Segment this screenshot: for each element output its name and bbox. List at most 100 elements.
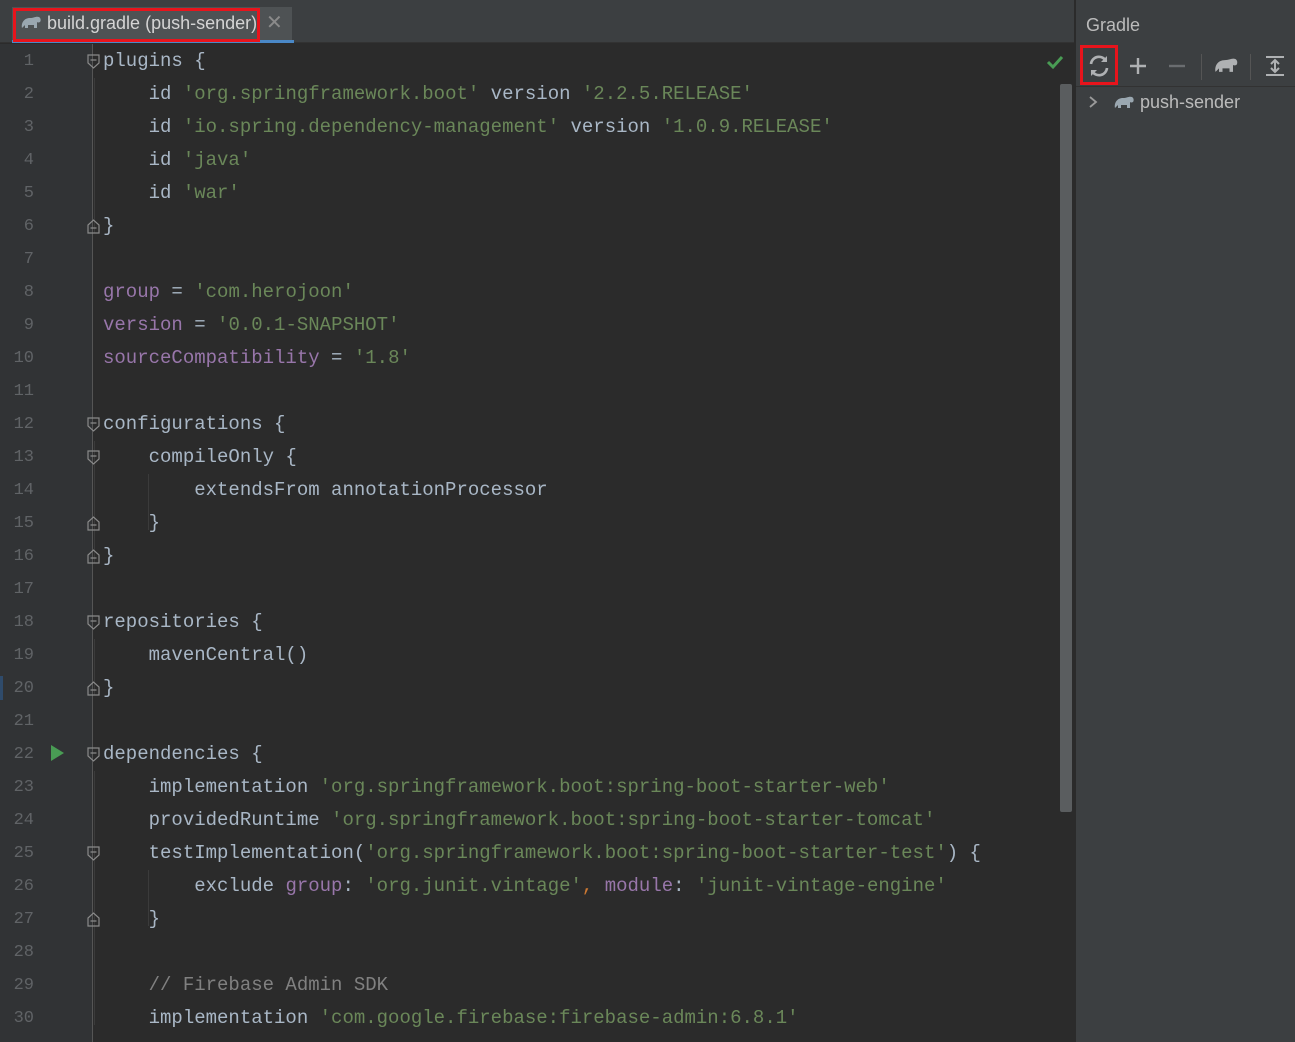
code-line[interactable]: id 'java' — [103, 144, 252, 177]
code-line[interactable]: mavenCentral() — [103, 639, 309, 672]
code-line[interactable]: plugins { — [103, 45, 206, 78]
line-number: 22 — [13, 745, 34, 764]
code-token: } — [103, 215, 115, 237]
code-token: = — [319, 347, 354, 369]
line-number: 7 — [23, 250, 34, 269]
gradle-toolbar — [1076, 44, 1295, 87]
line-number: 19 — [13, 646, 34, 665]
code-line[interactable]: implementation 'com.google.firebase:fire… — [103, 1002, 799, 1035]
code-line[interactable]: } — [103, 210, 114, 243]
line-number: 12 — [13, 415, 34, 434]
code-line[interactable]: dependencies { — [103, 738, 263, 771]
code-token: 'org.junit.vintage' — [365, 875, 582, 897]
chevron-right-icon[interactable] — [1088, 95, 1098, 109]
code-line[interactable]: exclude group: 'org.junit.vintage', modu… — [103, 870, 947, 903]
code-line[interactable]: id 'war' — [103, 177, 240, 210]
code-token: : — [342, 875, 366, 897]
line-number: 21 — [13, 712, 34, 731]
code-line[interactable]: id 'io.spring.dependency-management' ver… — [103, 111, 833, 144]
fold-collapse-icon[interactable] — [86, 747, 101, 762]
fold-collapse-icon[interactable] — [86, 54, 101, 69]
code-line[interactable]: } — [103, 903, 160, 936]
code-line[interactable]: id 'org.springframework.boot' version '2… — [103, 78, 753, 111]
code-token: compileOnly { — [103, 446, 297, 468]
code-token: exclude — [103, 875, 286, 897]
code-line[interactable]: testImplementation('org.springframework.… — [103, 837, 981, 870]
code-line[interactable]: } — [103, 540, 114, 573]
code-line[interactable]: extendsFrom annotationProcessor — [103, 474, 548, 507]
code-token: 'org.springframework.boot:spring-boot-st… — [331, 809, 936, 831]
expand-all-button[interactable] — [1261, 52, 1289, 80]
code-token: id — [103, 116, 183, 138]
code-token: , — [581, 875, 605, 897]
line-number: 16 — [13, 547, 34, 566]
line-number: 1 — [23, 52, 34, 71]
code-token: id — [103, 149, 183, 171]
line-number: 10 — [13, 349, 34, 368]
line-number: 5 — [23, 184, 34, 203]
vertical-scrollbar[interactable] — [1060, 84, 1072, 812]
code-token: group — [285, 875, 343, 897]
line-number: 14 — [13, 481, 34, 500]
toolbar-separator — [1201, 54, 1202, 80]
line-number: 2 — [23, 85, 34, 104]
code-token: 'java' — [182, 149, 252, 171]
code-token: repositories { — [103, 611, 263, 633]
code-line[interactable]: } — [103, 507, 160, 540]
code-token: extendsFrom annotationProcessor — [103, 479, 548, 501]
fold-collapse-icon[interactable] — [86, 417, 101, 432]
fold-collapse-icon[interactable] — [86, 450, 101, 465]
fold-end-icon[interactable] — [86, 219, 101, 234]
code-token: } — [103, 545, 115, 567]
indent-guide — [94, 771, 95, 1025]
execute-gradle-task-button[interactable] — [1212, 52, 1240, 80]
code-line[interactable]: repositories { — [103, 606, 263, 639]
tree-item-label: push-sender — [1140, 92, 1241, 112]
line-number: 27 — [13, 910, 34, 929]
line-number: 17 — [13, 580, 34, 599]
line-number: 29 — [13, 976, 34, 995]
code-token: 'io.spring.dependency-management' — [182, 116, 560, 138]
code-token: 'com.herojoon' — [194, 281, 354, 303]
code-line[interactable]: implementation 'org.springframework.boot… — [103, 771, 890, 804]
reload-gradle-button[interactable] — [1085, 52, 1113, 80]
fold-collapse-icon[interactable] — [86, 846, 101, 861]
add-gradle-project-button[interactable] — [1124, 52, 1152, 80]
line-number: 30 — [13, 1009, 34, 1028]
toolbar-separator — [1250, 54, 1251, 80]
code-token: 'org.springframework.boot:spring-boot-st… — [365, 842, 947, 864]
fold-end-icon[interactable] — [86, 549, 101, 564]
code-line[interactable]: // Firebase Admin SDK — [103, 969, 388, 1002]
gradle-elephant-icon — [1215, 58, 1238, 72]
line-number: 26 — [13, 877, 34, 896]
code-line[interactable]: group = 'com.herojoon' — [103, 276, 354, 309]
code-line[interactable]: sourceCompatibility = '1.8' — [103, 342, 411, 375]
code-area[interactable]: plugins { id 'org.springframework.boot' … — [0, 0, 1060, 1042]
code-token: testImplementation( — [103, 842, 366, 864]
code-token: } — [103, 908, 161, 930]
gradle-project-node[interactable]: push-sender — [1076, 88, 1295, 118]
code-token: 'org.springframework.boot:spring-boot-st… — [319, 776, 890, 798]
indent-guide — [148, 474, 149, 530]
line-number: 3 — [23, 118, 34, 137]
fold-end-icon[interactable] — [86, 681, 101, 696]
code-line[interactable]: configurations { — [103, 408, 285, 441]
remove-gradle-project-button[interactable] — [1163, 52, 1191, 80]
code-token: } — [103, 512, 161, 534]
code-token: version — [479, 83, 582, 105]
code-token: module — [604, 875, 674, 897]
code-line[interactable]: version = '0.0.1-SNAPSHOT' — [103, 309, 399, 342]
fold-collapse-icon[interactable] — [86, 615, 101, 630]
gradle-tool-window: Gradle push-sender — [1075, 0, 1295, 1042]
code-token: implementation — [103, 1007, 320, 1029]
code-token: dependencies { — [103, 743, 263, 765]
editor-pane[interactable]: build.gradle (push-sender) ✕ plugins { i… — [0, 0, 1074, 1042]
line-number: 20 — [13, 679, 34, 698]
code-line[interactable]: } — [103, 672, 114, 705]
fold-end-icon[interactable] — [86, 516, 101, 531]
line-number: 18 — [13, 613, 34, 632]
code-line[interactable]: providedRuntime 'org.springframework.boo… — [103, 804, 936, 837]
minus-icon — [1169, 64, 1185, 68]
code-line[interactable]: compileOnly { — [103, 441, 297, 474]
fold-end-icon[interactable] — [86, 912, 101, 927]
